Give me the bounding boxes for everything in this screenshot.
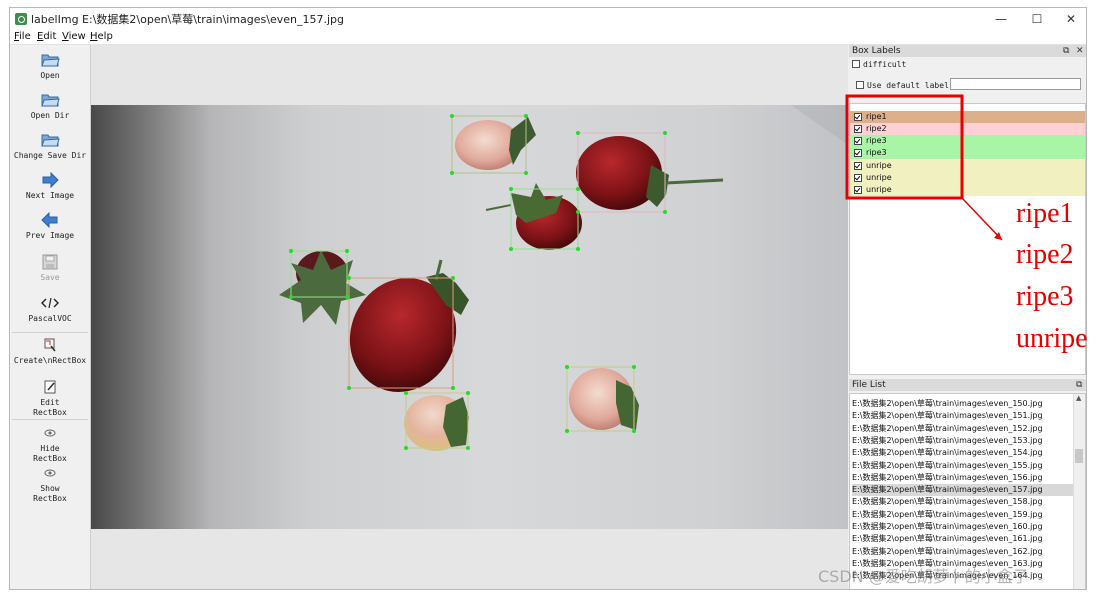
annotation-class-1: ripe1 — [1016, 198, 1074, 229]
annotation-arrow — [961, 197, 1003, 241]
watermark: CSDN @爱吃胡萝卜的小盒子 — [818, 567, 1029, 586]
highlight-box — [845, 94, 964, 200]
annotation-class-2: ripe2 — [1016, 239, 1074, 270]
annotation-class-3: ripe3 — [1016, 281, 1074, 312]
annotation-class-4: unripe — [1016, 323, 1088, 354]
annotation-overlay — [845, 94, 1003, 241]
